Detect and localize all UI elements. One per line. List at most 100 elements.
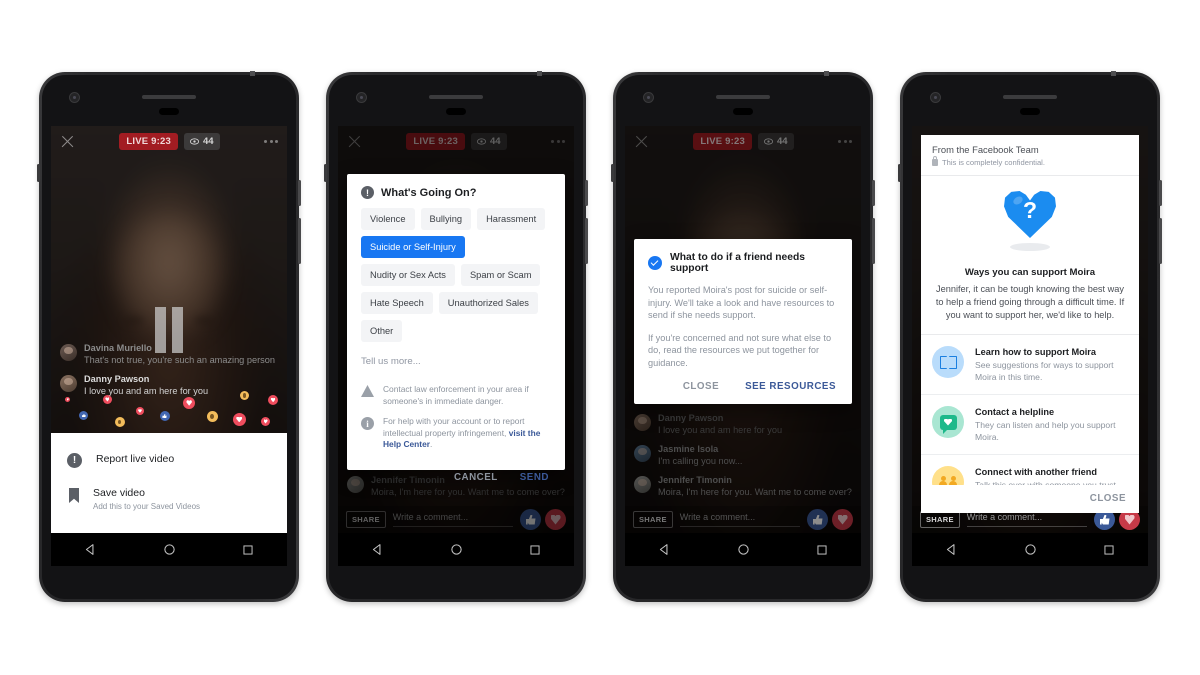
chip-suicide-or-self-injury[interactable]: Suicide or Self-Injury — [361, 236, 465, 258]
support-dialog-header: What to do if a friend needs support — [648, 252, 838, 274]
support-dialog-paragraph-1: You reported Moira's post for suicide or… — [648, 285, 835, 320]
option-subtitle: They can listen and help you support Moi… — [975, 420, 1116, 442]
android-recents-square-icon[interactable] — [529, 544, 541, 556]
android-back-triangle-icon[interactable] — [945, 543, 958, 556]
close-button[interactable]: CLOSE — [1090, 493, 1126, 504]
android-home-circle-icon[interactable] — [450, 543, 463, 556]
power-button[interactable] — [585, 180, 588, 206]
report-dialog: What's Going On? Violence Bullying Haras… — [347, 174, 565, 483]
chip-spam-or-scam[interactable]: Spam or Scam — [460, 264, 541, 286]
left-frame-accent — [37, 164, 40, 182]
android-back-triangle-icon[interactable] — [371, 543, 384, 556]
notch-pill — [159, 108, 179, 115]
android-home-circle-icon[interactable] — [163, 543, 176, 556]
antenna-dot — [824, 71, 829, 76]
chip-other[interactable]: Other — [361, 320, 403, 342]
option-title: Learn how to support Moira — [975, 347, 1096, 357]
avatar — [60, 344, 77, 361]
overflow-menu-icon[interactable] — [264, 139, 278, 143]
sheet-item-sublabel: Add this to your Saved Videos — [93, 502, 201, 511]
antenna-dot — [537, 71, 542, 76]
volume-button[interactable] — [872, 218, 875, 264]
live-top-bar: LIVE 9:23 44 — [51, 126, 287, 156]
report-exclamation-icon — [361, 186, 374, 199]
power-button[interactable] — [1159, 180, 1162, 206]
android-back-triangle-icon[interactable] — [84, 543, 97, 556]
option-title: Connect with another friend — [975, 467, 1097, 477]
option-contact-a-helpline[interactable]: Contact a helpline They can listen and h… — [921, 395, 1139, 455]
chip-violence[interactable]: Violence — [361, 208, 415, 230]
earpiece-speaker — [716, 95, 770, 99]
phone-4-screen: SHARE Write a comment... From the Facebo… — [912, 126, 1148, 533]
support-options-list: Learn how to support Moira See suggestio… — [921, 334, 1139, 485]
chip-unauthorized-sales[interactable]: Unauthorized Sales — [438, 292, 538, 314]
chip-nudity-or-sex-acts[interactable]: Nudity or Sex Acts — [361, 264, 455, 286]
android-navigation-bar — [912, 533, 1148, 566]
antenna-dot — [250, 71, 255, 76]
report-dialog-title: What's Going On? — [381, 186, 477, 199]
support-dialog-paragraph-2: If you're concerned and not sure what el… — [648, 332, 832, 368]
power-button[interactable] — [872, 180, 875, 206]
android-back-triangle-icon[interactable] — [658, 543, 671, 556]
notch-pill — [1020, 108, 1040, 115]
android-home-circle-icon[interactable] — [737, 543, 750, 556]
help-center-text: For help with your account or to report … — [383, 416, 551, 451]
android-recents-square-icon[interactable] — [816, 544, 828, 556]
android-recents-square-icon[interactable] — [1103, 544, 1115, 556]
report-exclamation-icon — [67, 453, 82, 468]
cancel-button[interactable]: CANCEL — [454, 472, 498, 483]
phone-2: LIVE 9:23 44 Jennifer Timonin Moira, I'm… — [324, 71, 588, 602]
card-footer: CLOSE — [921, 485, 1139, 513]
chip-hate-speech[interactable]: Hate Speech — [361, 292, 433, 314]
support-confirmation-dialog: What to do if a friend needs support You… — [634, 239, 852, 404]
close-x-icon[interactable] — [60, 134, 75, 149]
notch-pill — [446, 108, 466, 115]
volume-button[interactable] — [298, 218, 301, 264]
help-center-note: For help with your account or to report … — [347, 407, 565, 451]
earpiece-speaker — [1003, 95, 1057, 99]
close-button[interactable]: CLOSE — [683, 381, 719, 392]
list-item: Davina Muriello That's not true, you're … — [60, 343, 278, 366]
volume-button[interactable] — [585, 218, 588, 264]
chip-harassment[interactable]: Harassment — [477, 208, 546, 230]
screenshot-canvas: LIVE 9:23 44 Davina Muriello That's not … — [0, 0, 1200, 675]
card-header-subtitle-row: This is completely confidential. — [932, 155, 1128, 167]
send-button[interactable]: SEND — [520, 472, 549, 483]
viewer-count-badge: 44 — [184, 132, 220, 150]
android-recents-square-icon[interactable] — [242, 544, 254, 556]
heart-question-icon: ? — [1004, 190, 1056, 238]
comment-author: Davina Muriello — [84, 343, 152, 353]
help-center-pre: For help with your account or to report … — [383, 416, 525, 438]
sheet-item-report-live-video[interactable]: Report live video — [51, 443, 287, 477]
hero-shadow — [1010, 243, 1050, 251]
eye-icon — [190, 137, 199, 145]
comment-input[interactable]: Write a comment... — [966, 512, 1087, 527]
option-connect-with-another-friend[interactable]: Connect with another friend Talk this ov… — [921, 455, 1139, 485]
option-learn-how-to-support[interactable]: Learn how to support Moira See suggestio… — [921, 335, 1139, 395]
comment-list: Davina Muriello That's not true, you're … — [51, 335, 287, 405]
card-hero: ? — [921, 176, 1139, 257]
chip-bullying[interactable]: Bullying — [420, 208, 472, 230]
warning-triangle-icon — [361, 385, 374, 397]
volume-button[interactable] — [1159, 218, 1162, 264]
see-resources-button[interactable]: SEE RESOURCES — [745, 381, 836, 392]
report-dialog-actions: CANCEL SEND — [347, 461, 565, 495]
avatar — [60, 375, 77, 392]
android-home-circle-icon[interactable] — [1024, 543, 1037, 556]
front-camera-icon — [69, 92, 80, 103]
comment-text: That's not true, you're such an amazing … — [84, 355, 275, 365]
card-header: From the Facebook Team This is completel… — [921, 135, 1139, 176]
two-people-icon — [932, 466, 964, 485]
tell-us-more-input[interactable]: Tell us more... — [361, 356, 551, 375]
share-button[interactable]: SHARE — [920, 511, 960, 528]
hero-glyph: ? — [1022, 196, 1038, 223]
report-dialog-header: What's Going On? — [347, 174, 565, 208]
sheet-item-save-video[interactable]: Save video Add this to your Saved Videos — [51, 477, 287, 521]
phone-2-screen: LIVE 9:23 44 Jennifer Timonin Moira, I'm… — [338, 126, 574, 533]
viewer-count: 44 — [203, 135, 214, 147]
front-camera-icon — [356, 92, 367, 103]
power-button[interactable] — [298, 180, 301, 206]
support-dialog-title: What to do if a friend needs support — [670, 252, 806, 274]
info-circle-icon — [361, 417, 374, 430]
front-camera-icon — [930, 92, 941, 103]
